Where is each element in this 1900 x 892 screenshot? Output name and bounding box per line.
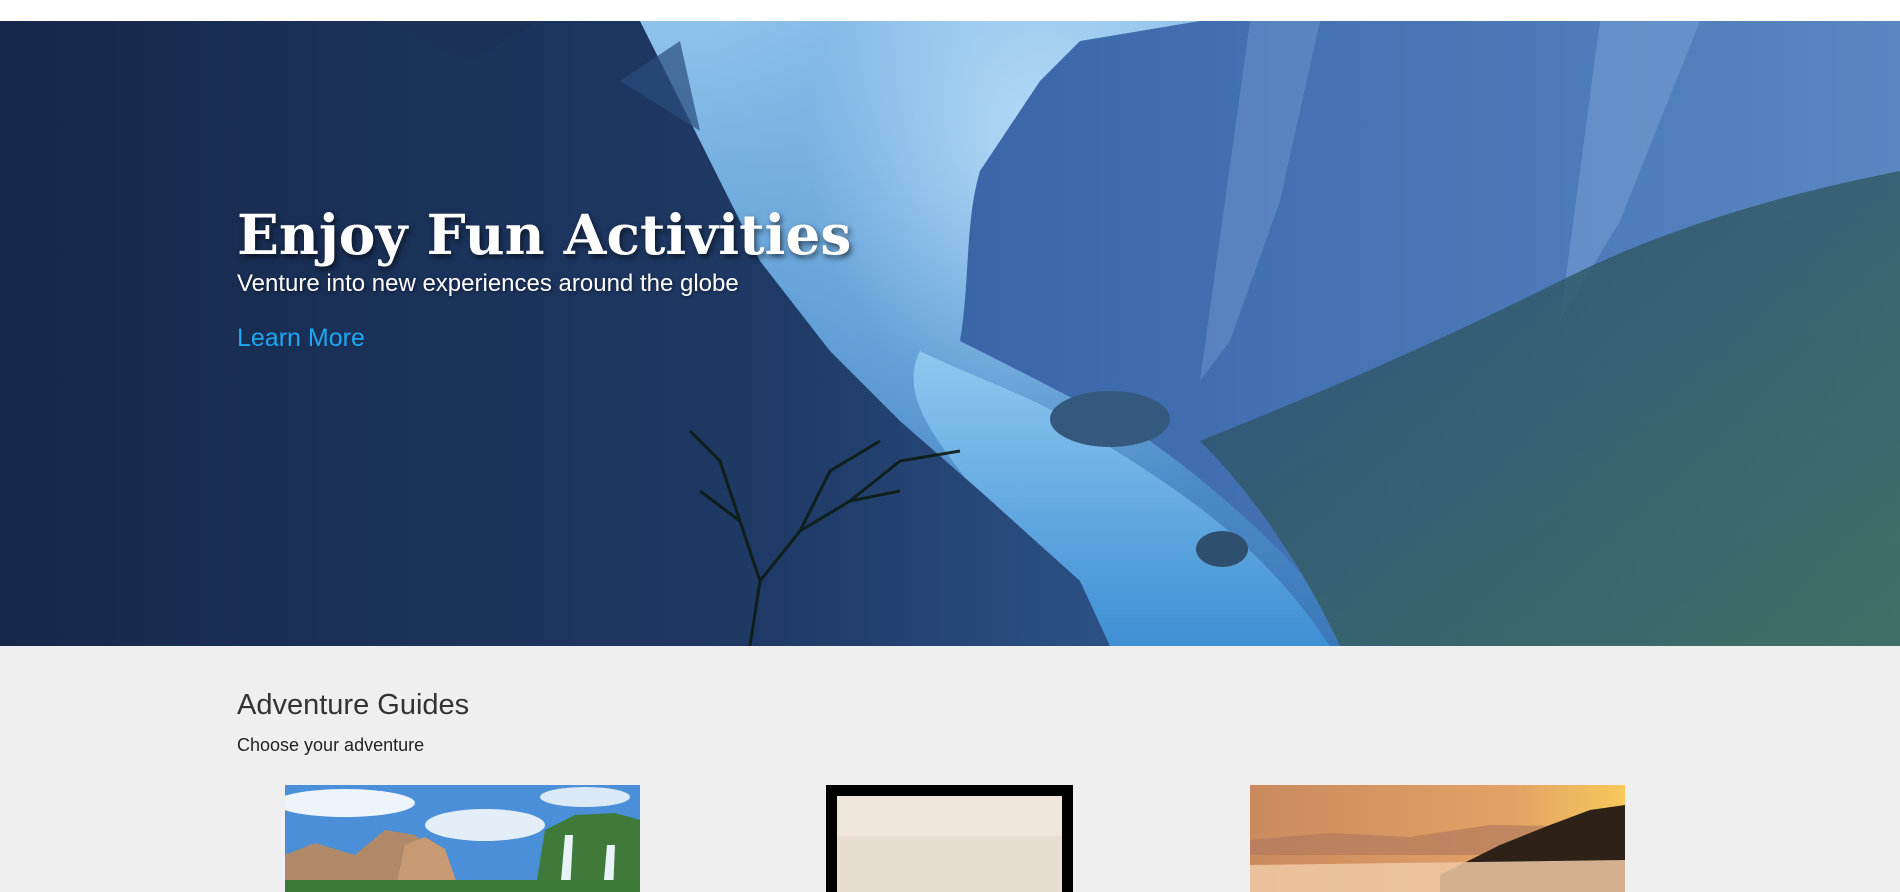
hero-content: Enjoy Fun Activities Venture into new ex… xyxy=(237,203,1137,353)
section-subtitle: Choose your adventure xyxy=(237,735,425,755)
section-title: Adventure Guides xyxy=(237,689,470,721)
top-strip xyxy=(0,0,1900,21)
guide-card-waterfall[interactable] xyxy=(285,785,640,892)
hero-banner: Enjoy Fun Activities Venture into new ex… xyxy=(0,21,1900,646)
guide-card-misty-hills[interactable] xyxy=(1250,785,1625,892)
hero-title: Enjoy Fun Activities xyxy=(237,202,852,267)
learn-more-link[interactable]: Learn More xyxy=(237,323,365,353)
guide-card-vintage[interactable] xyxy=(826,785,1073,892)
vintage-framed-photo xyxy=(826,785,1073,892)
adventure-guides-section: Adventure Guides Choose your adventure xyxy=(237,688,1677,756)
hero-subtitle: Venture into new experiences around the … xyxy=(237,270,739,297)
misty-sunset-hills-photo xyxy=(1250,785,1625,892)
waterfall-cliffs-photo xyxy=(285,785,640,892)
